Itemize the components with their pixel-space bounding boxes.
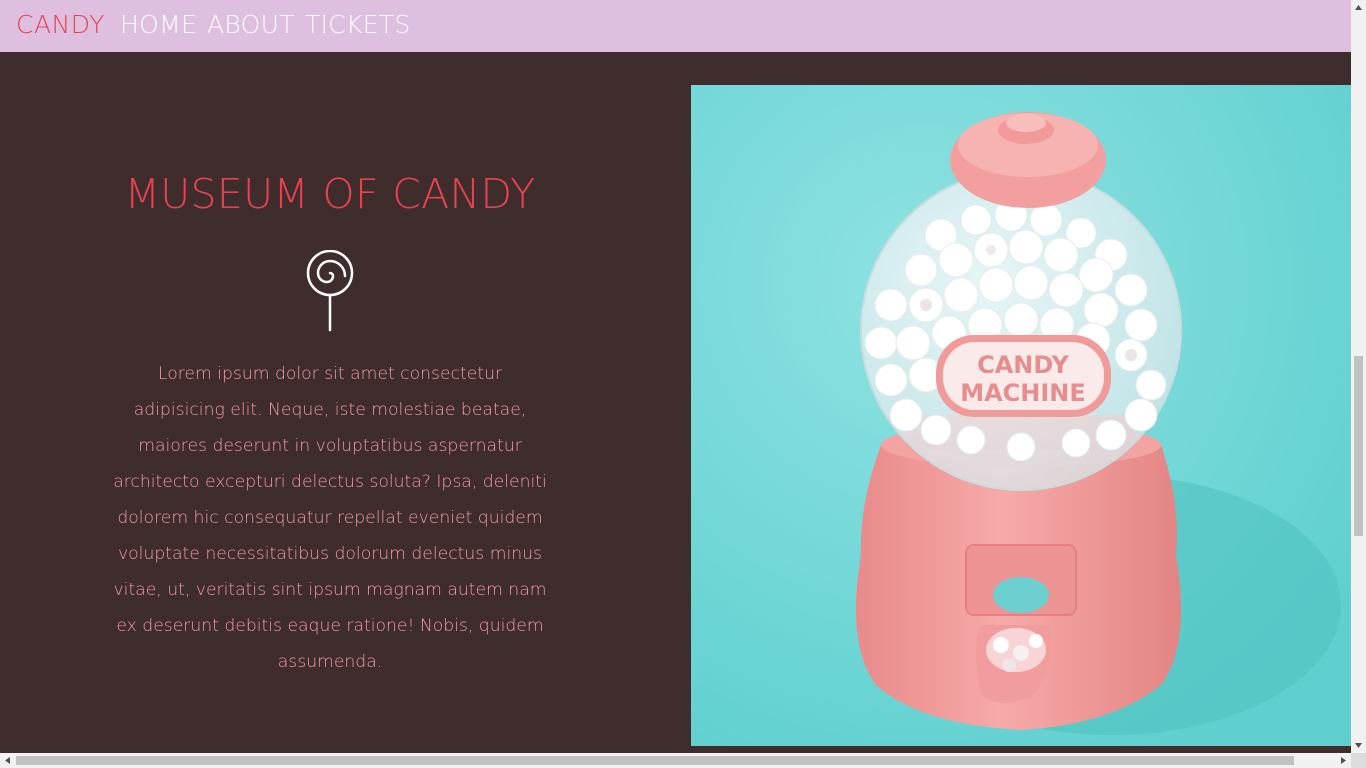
brand-logo[interactable]: CANDY	[16, 10, 105, 39]
nav-link-tickets[interactable]: TICKETS	[305, 10, 411, 39]
candy-machine-photo: CANDY MACHINE	[691, 85, 1351, 746]
scroll-down-arrow-icon[interactable]	[1351, 738, 1366, 753]
horizontal-scroll-thumb[interactable]	[16, 756, 1294, 765]
scrollbar-corner	[1351, 753, 1366, 768]
hero-text-panel: MUSEUM OF CANDY Lorem ipsum dolor sit am…	[0, 52, 691, 753]
machine-label-line1: CANDY	[977, 351, 1069, 379]
scroll-right-arrow-icon[interactable]	[1336, 753, 1351, 768]
vertical-scroll-thumb[interactable]	[1354, 356, 1363, 536]
hero-description: Lorem ipsum dolor sit amet consectetur a…	[113, 364, 547, 672]
page-title: MUSEUM OF CANDY	[124, 170, 536, 218]
nav-link-about[interactable]: ABOUT	[207, 10, 295, 39]
scroll-up-arrow-icon[interactable]	[1351, 0, 1366, 15]
vertical-scrollbar[interactable]	[1351, 0, 1366, 753]
horizontal-scrollbar[interactable]	[0, 753, 1351, 768]
scroll-left-arrow-icon[interactable]	[0, 753, 15, 768]
lollipop-icon	[305, 249, 355, 332]
nav-link-home[interactable]: HOME	[120, 10, 197, 39]
navbar: CANDY HOME ABOUT TICKETS	[0, 0, 1351, 52]
machine-label-line2: MACHINE	[960, 379, 1086, 407]
